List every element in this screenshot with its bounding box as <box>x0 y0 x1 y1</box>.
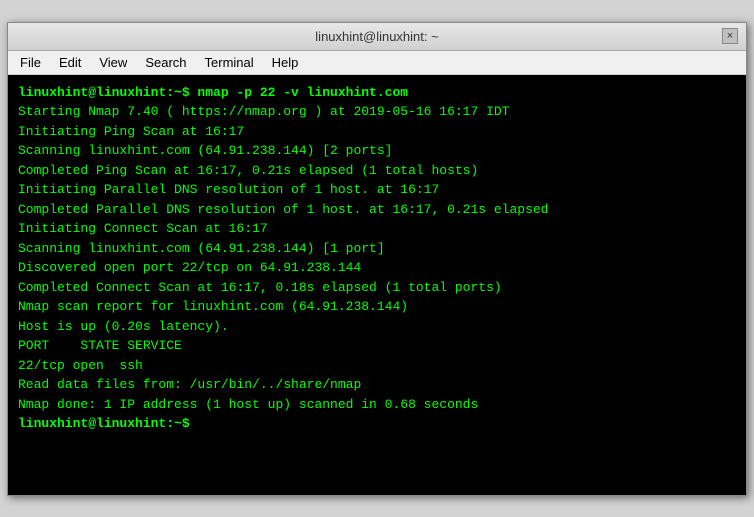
terminal-body[interactable]: linuxhint@linuxhint:~$ nmap -p 22 -v lin… <box>8 75 746 495</box>
terminal-line: Scanning linuxhint.com (64.91.238.144) [… <box>18 141 736 161</box>
terminal-line: Scanning linuxhint.com (64.91.238.144) [… <box>18 239 736 259</box>
terminal-line: Initiating Ping Scan at 16:17 <box>18 122 736 142</box>
menu-bar: FileEditViewSearchTerminalHelp <box>8 51 746 75</box>
terminal-line: Completed Ping Scan at 16:17, 0.21s elap… <box>18 161 736 181</box>
terminal-line: linuxhint@linuxhint:~$ <box>18 414 736 434</box>
terminal-line: Nmap scan report for linuxhint.com (64.9… <box>18 297 736 317</box>
terminal-line: Nmap done: 1 IP address (1 host up) scan… <box>18 395 736 415</box>
close-button[interactable]: × <box>722 28 738 44</box>
menu-item-view[interactable]: View <box>91 53 135 72</box>
menu-item-search[interactable]: Search <box>137 53 194 72</box>
menu-item-help[interactable]: Help <box>264 53 307 72</box>
terminal-line: Completed Parallel DNS resolution of 1 h… <box>18 200 736 220</box>
terminal-line: linuxhint@linuxhint:~$ nmap -p 22 -v lin… <box>18 83 736 103</box>
terminal-line: Read data files from: /usr/bin/../share/… <box>18 375 736 395</box>
menu-item-edit[interactable]: Edit <box>51 53 89 72</box>
terminal-line: Initiating Connect Scan at 16:17 <box>18 219 736 239</box>
terminal-line: Host is up (0.20s latency). <box>18 317 736 337</box>
menu-item-terminal[interactable]: Terminal <box>197 53 262 72</box>
terminal-line: Initiating Parallel DNS resolution of 1 … <box>18 180 736 200</box>
terminal-line: Starting Nmap 7.40 ( https://nmap.org ) … <box>18 102 736 122</box>
terminal-line: 22/tcp open ssh <box>18 356 736 376</box>
terminal-window: linuxhint@linuxhint: ~ × FileEditViewSea… <box>7 22 747 496</box>
terminal-line: PORT STATE SERVICE <box>18 336 736 356</box>
window-title: linuxhint@linuxhint: ~ <box>32 29 722 44</box>
terminal-line: Discovered open port 22/tcp on 64.91.238… <box>18 258 736 278</box>
menu-item-file[interactable]: File <box>12 53 49 72</box>
title-bar: linuxhint@linuxhint: ~ × <box>8 23 746 51</box>
terminal-line: Completed Connect Scan at 16:17, 0.18s e… <box>18 278 736 298</box>
